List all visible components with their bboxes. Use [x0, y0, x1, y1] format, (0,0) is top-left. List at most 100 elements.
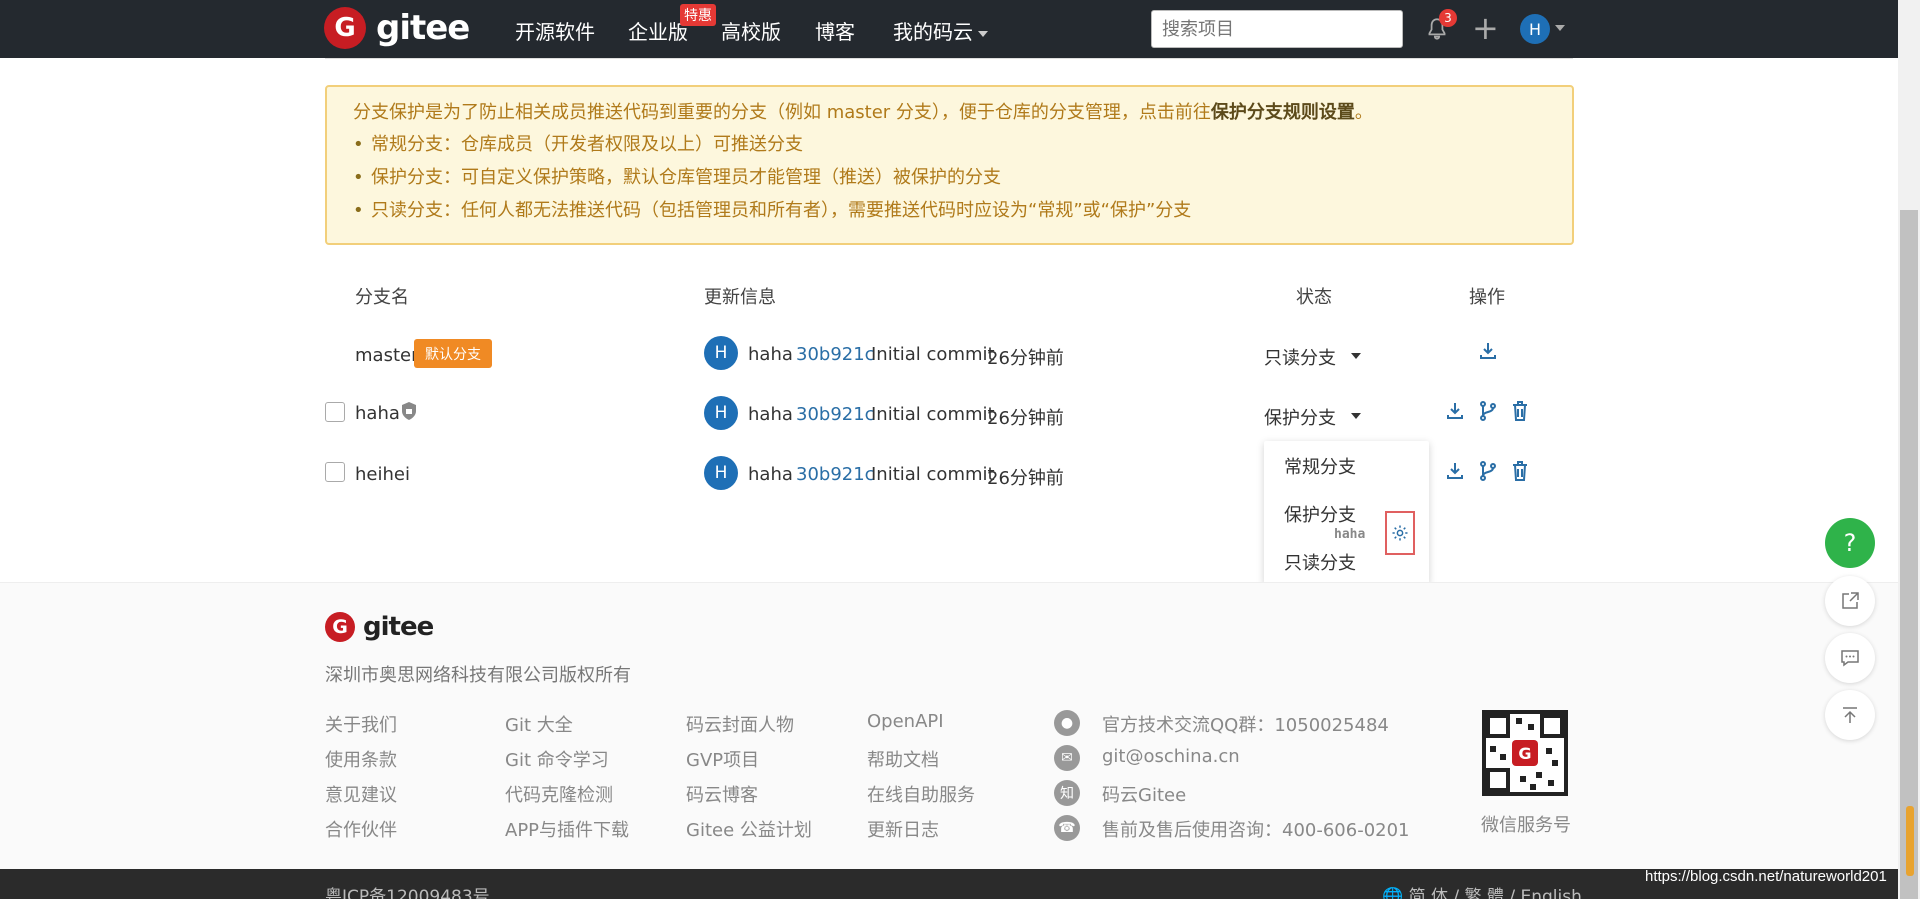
header-status: 状态	[1296, 287, 1332, 308]
plus-icon[interactable]: +	[1472, 12, 1499, 44]
scrollbar-thumb[interactable]	[1900, 210, 1918, 899]
header-update-info: 更新信息	[704, 287, 776, 308]
default-branch-badge: 默认分支	[414, 339, 492, 368]
footer-link[interactable]: OpenAPI	[867, 711, 944, 732]
gitee-logo[interactable]: G gitee	[324, 7, 470, 49]
commit-time: 26分钟前	[987, 348, 1064, 369]
nav-open-source[interactable]: 开源软件	[515, 16, 595, 45]
help-button[interactable]: ?	[1825, 518, 1875, 568]
qq-icon: ●	[1054, 710, 1080, 736]
footer-link[interactable]: 码云博客	[686, 781, 758, 807]
trash-icon[interactable]	[1510, 400, 1530, 422]
footer-link[interactable]: 代码克隆检测	[505, 781, 613, 807]
footer-link[interactable]: 帮助文档	[867, 746, 939, 772]
merge-icon[interactable]	[1478, 460, 1498, 482]
commit-hash[interactable]: 30b921c	[796, 404, 875, 425]
footer-link[interactable]: 在线自助服务	[867, 781, 975, 807]
commit-message: Initial commit	[871, 464, 995, 485]
footer-link[interactable]: 更新日志	[867, 816, 939, 842]
footer-link[interactable]: 意见建议	[325, 781, 397, 807]
promo-badge: 特惠	[680, 4, 716, 26]
dropdown-option-normal[interactable]: 常规分支	[1284, 453, 1356, 479]
gear-glyph	[1392, 525, 1408, 541]
gitee-logo-icon: G	[324, 7, 366, 49]
download-icon[interactable]	[1445, 460, 1465, 482]
gitee-logo-icon: G	[325, 612, 355, 642]
share-button[interactable]	[1825, 576, 1875, 626]
notification-badge: 3	[1439, 9, 1457, 27]
arrow-up-icon	[1843, 707, 1857, 723]
footer-link[interactable]: 使用条款	[325, 746, 397, 772]
contact-qq: 官方技术交流QQ群：1050025484	[1102, 715, 1389, 736]
language-options: 简 体 / 繁 體 / English	[1408, 887, 1582, 899]
mail-icon: ✉	[1054, 745, 1080, 771]
commit-avatar[interactable]: H	[704, 456, 738, 490]
divider	[325, 58, 1573, 59]
download-icon[interactable]	[1445, 400, 1465, 422]
status-select[interactable]: 只读分支	[1264, 344, 1336, 370]
footer-link[interactable]: APP与插件下载	[505, 816, 629, 842]
branch-name-master[interactable]: master	[355, 345, 418, 366]
footer-link[interactable]: GVP项目	[686, 746, 759, 772]
commit-hash[interactable]: 30b921c	[796, 344, 875, 365]
nav-enterprise[interactable]: 企业版	[628, 16, 688, 45]
avatar[interactable]: H	[1520, 14, 1550, 44]
language-switcher[interactable]: 🌐 简 体 / 繁 體 / English	[1382, 882, 1582, 899]
contact-zhihu[interactable]: 码云Gitee	[1102, 781, 1186, 807]
status-dropdown-menu: 常规分支 保护分支 haha 只读分支	[1264, 441, 1429, 584]
comment-icon	[1841, 650, 1859, 667]
nav-my-gitee[interactable]: 我的码云	[893, 16, 988, 45]
footer-link[interactable]: 合作伙伴	[325, 816, 397, 842]
contact-phone: 售前及售后使用咨询：400-606-0201	[1102, 820, 1410, 841]
branch-name-haha[interactable]: haha	[355, 403, 400, 424]
status-select[interactable]: 保护分支	[1264, 404, 1336, 430]
chevron-down-icon[interactable]	[1555, 25, 1565, 31]
branch-checkbox[interactable]	[325, 402, 345, 422]
commit-avatar[interactable]: H	[704, 336, 738, 370]
footer-brand: gitee	[363, 612, 434, 642]
dropdown-option-readonly[interactable]: 只读分支	[1284, 549, 1356, 575]
footer-link[interactable]: Git 命令学习	[505, 746, 609, 772]
phone-icon: ☎	[1054, 815, 1080, 841]
notice-bullet: 只读分支：任何人都无法推送代码（包括管理员和所有者），需要推送代码时应设为“常规…	[353, 201, 1546, 222]
branch-checkbox[interactable]	[325, 462, 345, 482]
scrollbar[interactable]	[1898, 0, 1920, 899]
footer-link[interactable]: 关于我们	[325, 711, 397, 737]
branch-name-heihei[interactable]: heihei	[355, 464, 410, 485]
footer-link[interactable]: 码云封面人物	[686, 711, 794, 737]
commit-author[interactable]: haha	[748, 404, 793, 425]
commit-author[interactable]: haha	[748, 464, 793, 485]
notice-bullet: 保护分支：可自定义保护策略，默认仓库管理员才能管理（推送）被保护的分支	[353, 168, 1546, 189]
commit-author[interactable]: haha	[748, 344, 793, 365]
nav-university[interactable]: 高校版	[721, 16, 781, 45]
watermark: https://blog.csdn.net/natureworld201	[1645, 868, 1887, 885]
nav-blog[interactable]: 博客	[815, 16, 855, 45]
footer-logo[interactable]: G gitee	[325, 612, 434, 642]
commit-hash[interactable]: 30b921c	[796, 464, 875, 485]
back-to-top-button[interactable]	[1825, 690, 1875, 740]
chevron-down-icon[interactable]	[1351, 413, 1361, 419]
commit-time: 26分钟前	[987, 408, 1064, 429]
notice-intro: 分支保护是为了防止相关成员推送代码到重要的分支（例如 master 分支），便于…	[353, 103, 1546, 123]
commit-avatar[interactable]: H	[704, 396, 738, 430]
header-actions: 操作	[1469, 287, 1505, 308]
contact-email[interactable]: git@oschina.cn	[1102, 746, 1240, 767]
download-icon[interactable]	[1478, 340, 1498, 362]
trash-icon[interactable]	[1510, 460, 1530, 482]
brand-name: gitee	[376, 8, 470, 48]
commit-message: Initial commit	[871, 404, 995, 425]
icp-record[interactable]: 粤ICP备12009483号	[325, 882, 490, 899]
merge-icon[interactable]	[1478, 400, 1498, 422]
footer-link[interactable]: Gitee 公益计划	[686, 816, 812, 842]
dropdown-option-protected[interactable]: 保护分支	[1284, 501, 1356, 527]
gear-icon[interactable]	[1385, 511, 1415, 555]
chat-button[interactable]	[1825, 633, 1875, 683]
chevron-down-icon[interactable]	[1351, 353, 1361, 359]
commit-message: Initial commit	[871, 344, 995, 365]
zhihu-icon: 知	[1054, 780, 1080, 806]
footer-link[interactable]: Git 大全	[505, 711, 573, 737]
protection-rules-link[interactable]: 保护分支规则设置	[1211, 102, 1355, 123]
scrollbar-grip-icon	[1906, 806, 1914, 876]
search-input[interactable]	[1151, 10, 1403, 48]
gitee-logo-icon: G	[1512, 740, 1538, 766]
